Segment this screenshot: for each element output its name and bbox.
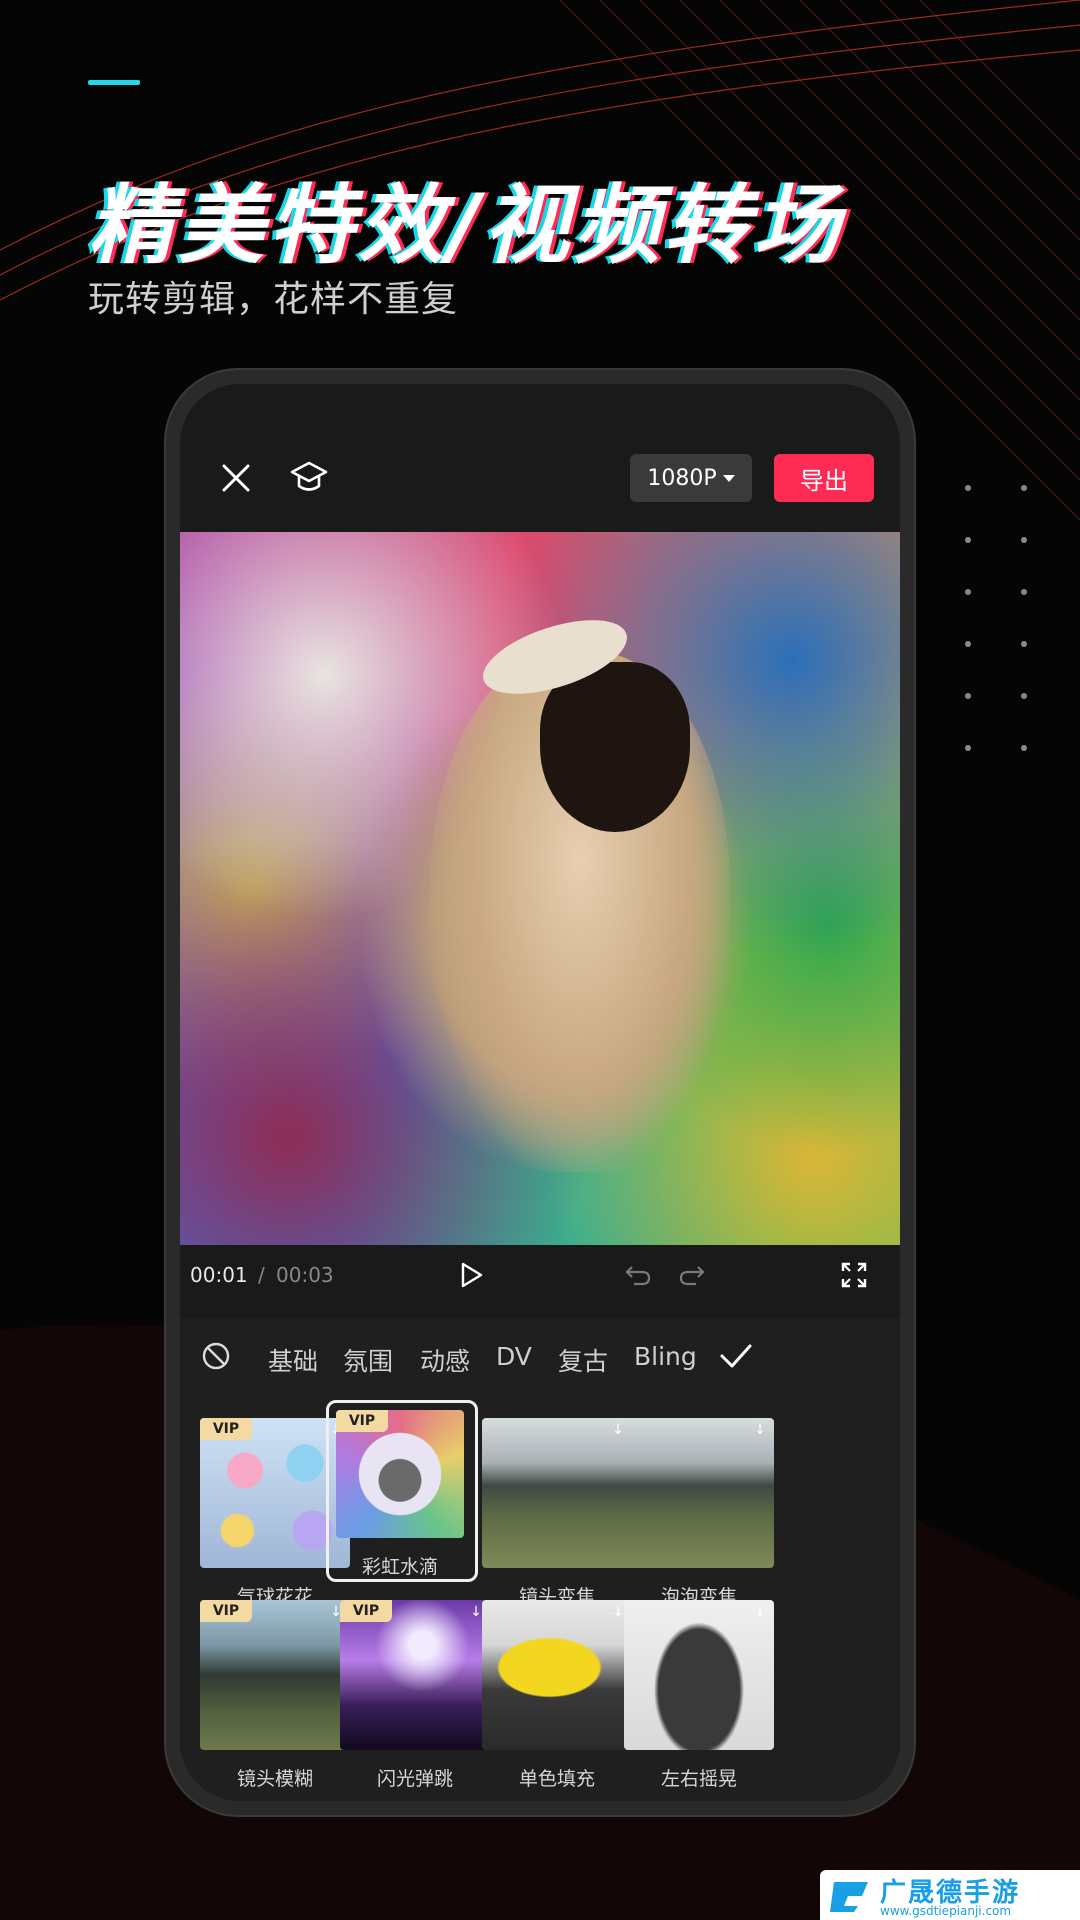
tutorial-button[interactable] [284, 454, 334, 502]
effects-tabs: 基础 氛围 动感 DV 复古 Bling [180, 1318, 900, 1398]
effect-card-flash-bounce[interactable]: VIP ↓ 闪光弹跳 [340, 1600, 490, 1791]
tab-basic[interactable]: 基础 [268, 1342, 318, 1378]
promo-headline: 精美特效/视频转场 [88, 176, 844, 276]
effects-panel: 基础 氛围 动感 DV 复古 Bling VIP ↓ [180, 1318, 900, 1801]
vip-badge: VIP [336, 1410, 388, 1432]
effect-label: 闪光弹跳 [376, 1768, 453, 1790]
effect-thumbnail: ↓ [482, 1418, 632, 1568]
playback-bar: 00:01 / 00:03 [180, 1245, 900, 1305]
undo-icon [625, 1266, 651, 1286]
tab-dynamic[interactable]: 动感 [420, 1342, 470, 1378]
effect-card-rainbow-drop[interactable]: VIP 彩虹水滴 [336, 1410, 464, 1579]
no-effect-button[interactable] [198, 1338, 234, 1374]
play-icon [461, 1262, 483, 1288]
video-preview[interactable] [180, 532, 900, 1245]
phone-mockup: 1080P 导出 00:01 / 00:03 基础 氛围 动感 DV 复古 Bl… [166, 370, 914, 1815]
redo-button[interactable] [674, 1257, 710, 1293]
tab-bling[interactable]: Bling [634, 1342, 697, 1371]
vip-badge: VIP [340, 1600, 392, 1622]
redo-icon [679, 1266, 705, 1286]
effect-card-lens-blur[interactable]: VIP ↓ 镜头模糊 [200, 1600, 350, 1791]
effect-card-mono-fill[interactable]: ↓ 单色填充 [482, 1600, 632, 1791]
preview-subject-hair [540, 662, 690, 832]
download-icon: ↓ [754, 1422, 766, 1438]
close-button[interactable] [214, 454, 258, 502]
effect-label: 左右摇晃 [660, 1768, 737, 1790]
current-time: 00:01 [190, 1263, 248, 1287]
undo-button[interactable] [620, 1257, 656, 1293]
accent-dash [88, 80, 140, 85]
fullscreen-button[interactable] [836, 1257, 872, 1293]
vip-badge: VIP [200, 1418, 252, 1440]
close-icon [222, 464, 250, 492]
effect-label: 彩虹水滴 [361, 1556, 438, 1578]
effect-card-side-shake[interactable]: ↓ 左右摇晃 [624, 1600, 774, 1791]
watermark-url: www.gsdtiepianji.com [880, 1904, 1012, 1918]
resolution-label: 1080P [647, 465, 717, 491]
effect-thumbnail: VIP [336, 1410, 464, 1538]
confirm-button[interactable] [716, 1336, 756, 1376]
effect-thumbnail: ↓ [482, 1600, 632, 1750]
effect-card-lens-zoom[interactable]: ↓ 镜头变焦 [482, 1418, 632, 1609]
effect-label: 单色填充 [518, 1768, 595, 1790]
total-time: 00:03 [276, 1263, 334, 1287]
effect-thumbnail: ↓ [624, 1600, 774, 1750]
tab-atmosphere[interactable]: 氛围 [343, 1342, 393, 1378]
caret-down-icon [722, 474, 735, 482]
tab-dv[interactable]: DV [496, 1342, 532, 1371]
effect-thumbnail: VIP ↓ [200, 1600, 350, 1750]
effect-thumbnail: VIP ↓ [340, 1600, 490, 1750]
time-separator: / [258, 1263, 265, 1287]
effect-card-bubble-zoom[interactable]: ↓ 泡泡变焦 [624, 1418, 774, 1609]
graduation-cap-icon [290, 461, 328, 491]
effect-label: 镜头模糊 [236, 1768, 313, 1790]
download-icon: ↓ [754, 1604, 766, 1620]
promo-subheadline: 玩转剪辑，花样不重复 [88, 279, 459, 320]
prohibited-icon [202, 1342, 230, 1370]
checkmark-icon [720, 1344, 752, 1368]
export-button[interactable]: 导出 [774, 454, 874, 502]
tab-retro[interactable]: 复古 [558, 1342, 608, 1378]
watermark-logo-icon [830, 1882, 868, 1912]
editor-screen: 1080P 导出 00:01 / 00:03 基础 氛围 动感 DV 复古 Bl… [180, 384, 900, 1801]
editor-toolbar: 1080P 导出 [180, 454, 900, 524]
fullscreen-icon [841, 1262, 867, 1288]
play-button[interactable] [450, 1255, 494, 1295]
resolution-select[interactable]: 1080P [630, 454, 752, 502]
effect-thumbnail: ↓ [624, 1418, 774, 1568]
vip-badge: VIP [200, 1600, 252, 1622]
